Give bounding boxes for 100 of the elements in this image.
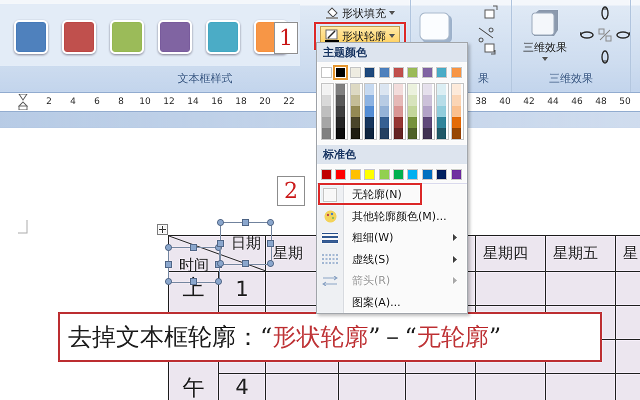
color-swatch[interactable] (452, 128, 461, 139)
ruler-number: 8 (117, 97, 125, 107)
color-swatch[interactable] (407, 169, 418, 180)
color-swatch[interactable] (392, 67, 404, 78)
indent-marker-icon[interactable] (18, 94, 28, 110)
style-swatch[interactable] (62, 20, 96, 54)
resize-handle[interactable] (165, 278, 172, 285)
menu-item[interactable]: 其他轮廓颜色(M)... (317, 206, 467, 227)
color-swatch[interactable] (437, 117, 446, 128)
color-swatch[interactable] (437, 95, 446, 106)
color-swatch[interactable] (394, 106, 403, 117)
menu-item[interactable]: 图案(A)... (317, 292, 467, 313)
cube-icon (530, 8, 560, 38)
color-swatch[interactable] (422, 95, 432, 106)
color-swatch[interactable] (336, 117, 346, 128)
color-swatch[interactable] (450, 169, 462, 180)
color-swatch[interactable] (365, 117, 374, 128)
ribbon-button[interactable]: 形状填充 (320, 3, 400, 23)
color-swatch[interactable] (336, 95, 346, 106)
resize-handle[interactable] (165, 261, 172, 268)
color-swatch[interactable] (380, 84, 389, 95)
color-swatch[interactable] (436, 67, 448, 78)
color-swatch[interactable] (437, 84, 446, 95)
color-swatch[interactable] (378, 67, 390, 78)
color-swatch[interactable] (408, 117, 418, 128)
color-swatch[interactable] (436, 169, 448, 180)
color-swatch[interactable] (408, 84, 418, 95)
caption-text: 去掉文本框轮廓：“形状轮廓”－“无轮廓” (68, 322, 502, 353)
color-swatch[interactable] (422, 169, 433, 180)
shadow-square-icon[interactable] (419, 12, 453, 44)
color-swatch[interactable] (365, 84, 374, 95)
color-swatch[interactable] (321, 169, 332, 180)
ruler-number: 14 (186, 97, 200, 107)
color-swatch[interactable] (422, 67, 433, 78)
color-swatch[interactable] (392, 169, 404, 180)
color-swatch[interactable] (380, 117, 389, 128)
3d-effects-button[interactable]: 三维效果 (512, 0, 572, 70)
resize-handle[interactable] (242, 219, 249, 226)
toggle-icon[interactable] (598, 28, 612, 42)
color-swatch[interactable] (422, 84, 432, 95)
style-swatch[interactable] (206, 20, 240, 54)
color-swatch[interactable] (437, 106, 446, 117)
resize-handle[interactable] (165, 244, 172, 251)
color-swatch[interactable] (422, 106, 432, 117)
color-swatch[interactable] (394, 117, 403, 128)
color-swatch[interactable] (452, 106, 461, 117)
color-swatch[interactable] (322, 117, 331, 128)
style-swatch[interactable] (14, 20, 48, 54)
color-swatch[interactable] (365, 106, 374, 117)
color-swatch[interactable] (452, 84, 461, 95)
color-swatch[interactable] (394, 95, 403, 106)
resize-handle[interactable] (217, 219, 224, 226)
color-swatch[interactable] (364, 169, 376, 180)
color-swatch[interactable] (335, 169, 346, 180)
color-swatch[interactable] (350, 169, 361, 180)
color-swatch[interactable] (364, 67, 376, 78)
color-swatch[interactable] (407, 67, 418, 78)
ruler-number: 22 (282, 97, 296, 107)
color-swatch[interactable] (365, 128, 374, 139)
color-swatch[interactable] (336, 128, 346, 139)
color-swatch[interactable] (322, 128, 331, 139)
color-swatch[interactable] (422, 117, 432, 128)
ruler-number: 50 (618, 97, 632, 107)
resize-handle[interactable] (190, 244, 197, 251)
color-swatch[interactable] (350, 117, 360, 128)
color-swatch[interactable] (322, 106, 331, 117)
color-swatch[interactable] (321, 67, 332, 78)
color-swatch[interactable] (452, 95, 461, 106)
color-swatch[interactable] (437, 128, 446, 139)
color-swatch[interactable] (322, 84, 331, 95)
color-swatch[interactable] (380, 106, 389, 117)
color-swatch[interactable] (336, 84, 346, 95)
resize-handle[interactable] (267, 219, 274, 226)
color-swatch[interactable] (408, 95, 418, 106)
color-swatch[interactable] (452, 117, 461, 128)
color-swatch[interactable] (322, 95, 331, 106)
move-handle-icon[interactable] (157, 224, 168, 235)
color-swatch[interactable] (350, 106, 360, 117)
color-swatch[interactable] (350, 95, 360, 106)
color-swatch[interactable] (408, 128, 418, 139)
menu-item[interactable]: 无轮廓(N) (317, 184, 467, 206)
color-swatch[interactable] (336, 106, 346, 117)
color-swatch[interactable] (380, 128, 389, 139)
color-swatch[interactable] (422, 128, 432, 139)
text-box[interactable]: 日期 (220, 222, 272, 265)
style-swatch[interactable] (158, 20, 192, 54)
resize-handle[interactable] (190, 278, 197, 285)
color-swatch[interactable] (408, 106, 418, 117)
color-swatch[interactable] (378, 169, 390, 180)
color-swatch[interactable] (380, 95, 389, 106)
color-swatch[interactable] (365, 95, 374, 106)
ruler-number: 16 (210, 97, 224, 107)
color-swatch[interactable] (350, 128, 360, 139)
color-swatch[interactable] (350, 67, 361, 78)
color-swatch[interactable] (394, 84, 403, 95)
color-swatch[interactable] (350, 84, 360, 95)
style-swatch[interactable] (110, 20, 144, 54)
color-swatch[interactable] (394, 128, 403, 139)
resize-handle[interactable] (242, 260, 249, 267)
color-swatch[interactable] (450, 67, 462, 78)
